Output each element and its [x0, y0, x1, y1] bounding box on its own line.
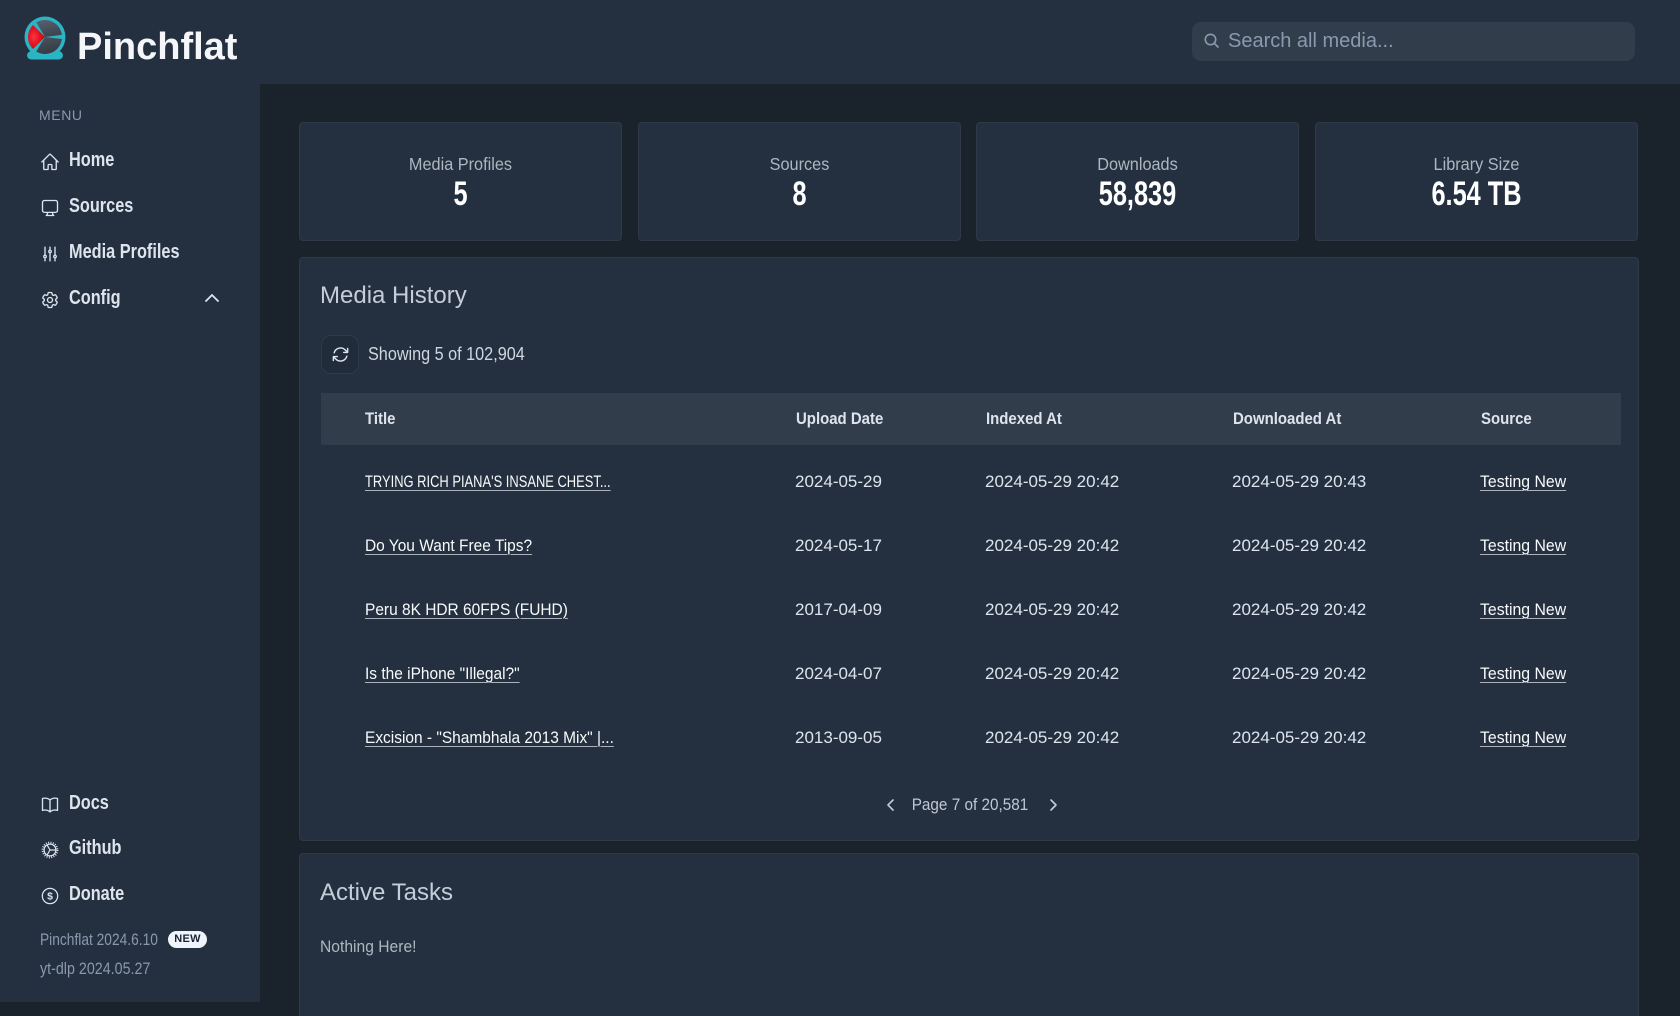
svg-text:$: $ — [47, 892, 53, 903]
